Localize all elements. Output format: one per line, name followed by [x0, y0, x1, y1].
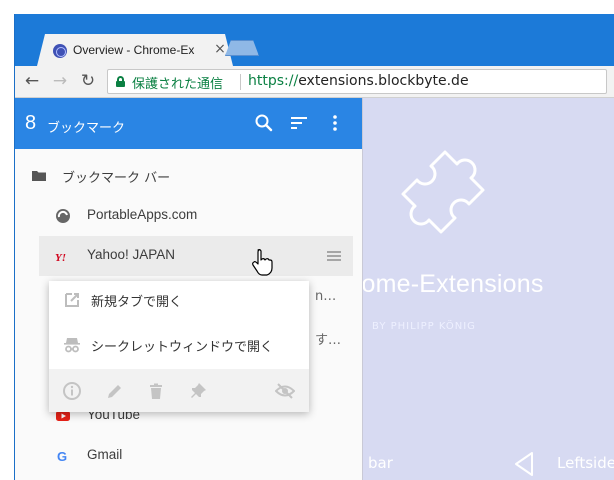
forward-icon[interactable]: →	[49, 70, 71, 92]
tab-overview[interactable]: Overview - Chrome-Ex ×	[37, 34, 233, 66]
folder-label: ブックマーク バー	[62, 171, 171, 186]
tab-title: Overview - Chrome-Ex	[73, 43, 195, 57]
bookmark-item[interactable]: PortableApps.com	[15, 196, 362, 236]
svg-text:Y!: Y!	[55, 252, 66, 264]
url-host: extensions.blockbyte.de	[298, 73, 469, 89]
back-icon[interactable]: ←	[21, 70, 43, 92]
puzzle-icon	[401, 150, 485, 234]
hidden-row-tail: n…	[315, 289, 337, 304]
more-vert-icon[interactable]	[323, 111, 347, 135]
lock-icon	[116, 76, 125, 87]
folder-icon	[32, 171, 46, 181]
bookmark-count: 8	[25, 112, 37, 134]
bookmark-item[interactable]: G Gmail	[15, 436, 362, 476]
tab-close-icon[interactable]: ×	[213, 41, 227, 57]
leftside-icon	[515, 452, 533, 476]
pin-icon[interactable]	[188, 381, 208, 401]
url-scheme: https://	[248, 73, 299, 89]
delete-icon[interactable]	[146, 381, 166, 401]
search-icon[interactable]	[252, 111, 276, 135]
info-icon[interactable]	[62, 381, 82, 401]
hide-icon[interactable]	[275, 381, 295, 401]
new-tab-button[interactable]	[225, 40, 259, 56]
drag-handle-icon[interactable]	[327, 251, 341, 261]
menu-item-open-new-tab[interactable]: 新規タブで開く	[49, 281, 309, 321]
open-in-new-icon	[65, 293, 79, 307]
hero-byline: BY PHILIPP KÖNIG	[372, 321, 476, 332]
chrome-extensions-favicon-icon	[53, 44, 67, 58]
address-bar[interactable]: 保護された通信 https://extensions.blockbyte.de	[107, 69, 607, 94]
gmail-icon: G	[57, 449, 67, 464]
menu-item-open-incognito[interactable]: シークレットウィンドウで開く	[49, 326, 309, 366]
hidden-row-tail: す…	[315, 333, 342, 348]
window-left-edge	[0, 14, 15, 480]
hero-title: rome-Extensions	[353, 270, 544, 298]
sort-icon[interactable]	[287, 111, 311, 135]
popup-title: ブックマーク	[47, 121, 126, 136]
browser-window: Overview - Chrome-Ex × ← → ↻ 保護された通信 htt…	[0, 0, 614, 480]
yahoo-icon: Y!	[55, 252, 66, 264]
hand-cursor-icon	[252, 249, 273, 276]
leftside-link[interactable]: Leftside	[557, 454, 614, 472]
edit-icon[interactable]	[105, 381, 125, 401]
bookmark-label: Gmail	[87, 447, 123, 462]
url-text: https://extensions.blockbyte.de	[248, 73, 469, 89]
tab-bar: Overview - Chrome-Ex ×	[15, 28, 614, 66]
svg-text:G: G	[57, 449, 67, 464]
bar-link[interactable]: bar	[368, 454, 393, 472]
portableapps-icon	[56, 209, 70, 223]
bookmark-item-hovered[interactable]: Y! Yahoo! JAPAN	[39, 236, 353, 276]
incognito-icon	[64, 338, 80, 353]
security-label: 保護された通信	[132, 77, 224, 92]
browser-toolbar: ← → ↻ 保護された通信 https://extensions.blockby…	[15, 66, 614, 98]
menu-item-label: シークレットウィンドウで開く	[91, 340, 274, 355]
folder-bookmarks-bar[interactable]: ブックマーク バー	[15, 156, 362, 196]
context-action-bar	[49, 369, 309, 412]
reload-icon[interactable]: ↻	[77, 70, 99, 92]
omnibox-separator	[240, 74, 241, 90]
popup-header: 8 ブックマーク	[15, 98, 362, 149]
bookmark-label: PortableApps.com	[87, 207, 198, 222]
context-menu: 新規タブで開く シークレットウィンドウで開く	[49, 281, 309, 412]
menu-item-label: 新規タブで開く	[91, 295, 183, 310]
bookmark-label: Yahoo! JAPAN	[87, 247, 176, 262]
